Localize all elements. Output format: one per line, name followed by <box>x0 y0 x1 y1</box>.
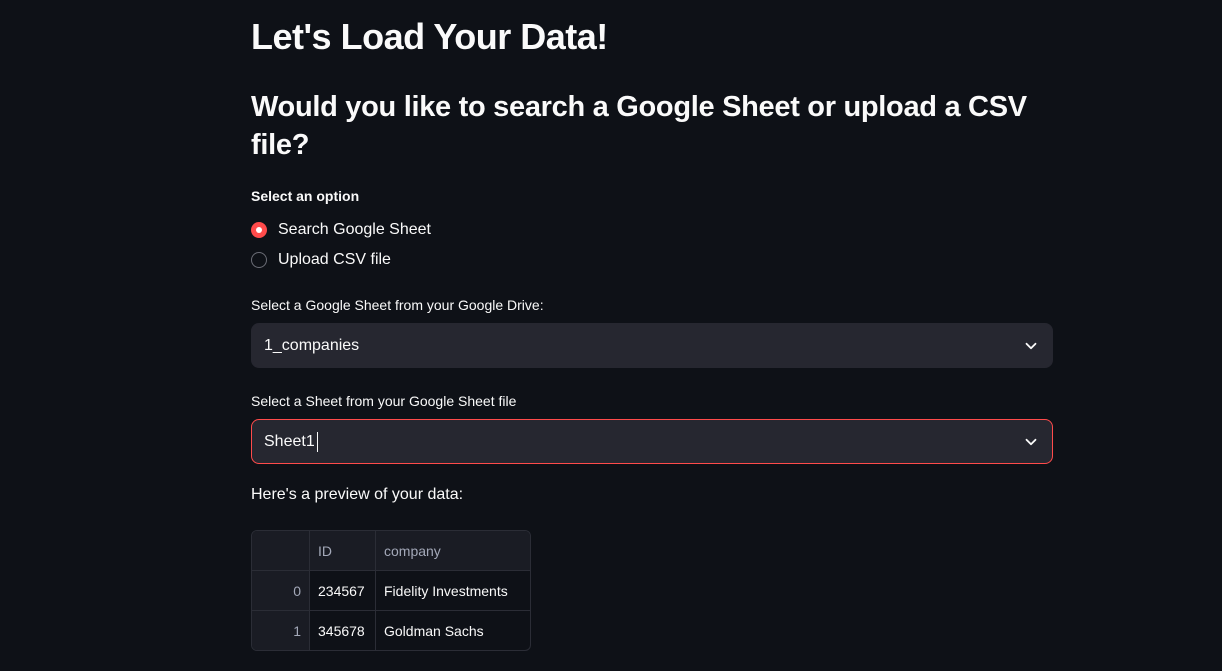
radio-option-upload-csv[interactable]: Upload CSV file <box>251 249 391 271</box>
sheet-tab-select-value: Sheet1 <box>264 432 315 450</box>
table-cell-id[interactable]: 234567 <box>309 570 376 611</box>
table-cell-company[interactable]: Fidelity Investments <box>375 570 530 611</box>
preview-heading: Here's a preview of your data: <box>251 486 464 503</box>
row-index: 0 <box>252 570 310 611</box>
chevron-down-icon <box>1025 342 1037 349</box>
sheet-file-select-label: Select a Google Sheet from your Google D… <box>251 297 544 313</box>
column-header-id[interactable]: ID <box>309 531 376 571</box>
data-preview-table[interactable]: ID company 0 234567 Fidelity Investments… <box>251 530 531 651</box>
radio-unchecked-icon <box>251 252 267 268</box>
page-title: Let's Load Your Data! <box>251 16 608 57</box>
page-subtitle: Would you like to search a Google Sheet … <box>251 91 1027 161</box>
chevron-down-icon <box>1025 438 1037 445</box>
table-row: 1 345678 Goldman Sachs <box>252 610 531 651</box>
sheet-file-select-value: 1_companies <box>264 336 360 354</box>
table-cell-id[interactable]: 345678 <box>309 610 376 650</box>
sheet-tab-select-label: Select a Sheet from your Google Sheet fi… <box>251 393 517 409</box>
sheet-file-select[interactable]: 1_companies <box>251 323 1053 368</box>
radio-group-label: Select an option <box>251 188 360 204</box>
sheet-tab-select[interactable]: Sheet1 <box>251 419 1053 464</box>
index-header <box>252 531 310 571</box>
radio-checked-icon <box>251 222 267 238</box>
table-header-row: ID company <box>252 531 530 571</box>
radio-option-label: Upload CSV file <box>278 251 391 268</box>
row-index: 1 <box>252 610 310 650</box>
column-header-company[interactable]: company <box>375 531 530 571</box>
radio-option-search-google-sheet[interactable]: Search Google Sheet <box>251 219 431 241</box>
table-cell-company[interactable]: Goldman Sachs <box>376 611 531 651</box>
text-cursor <box>316 431 318 452</box>
radio-option-label: Search Google Sheet <box>278 221 431 238</box>
table-row: 0 234567 Fidelity Investments <box>252 570 530 611</box>
